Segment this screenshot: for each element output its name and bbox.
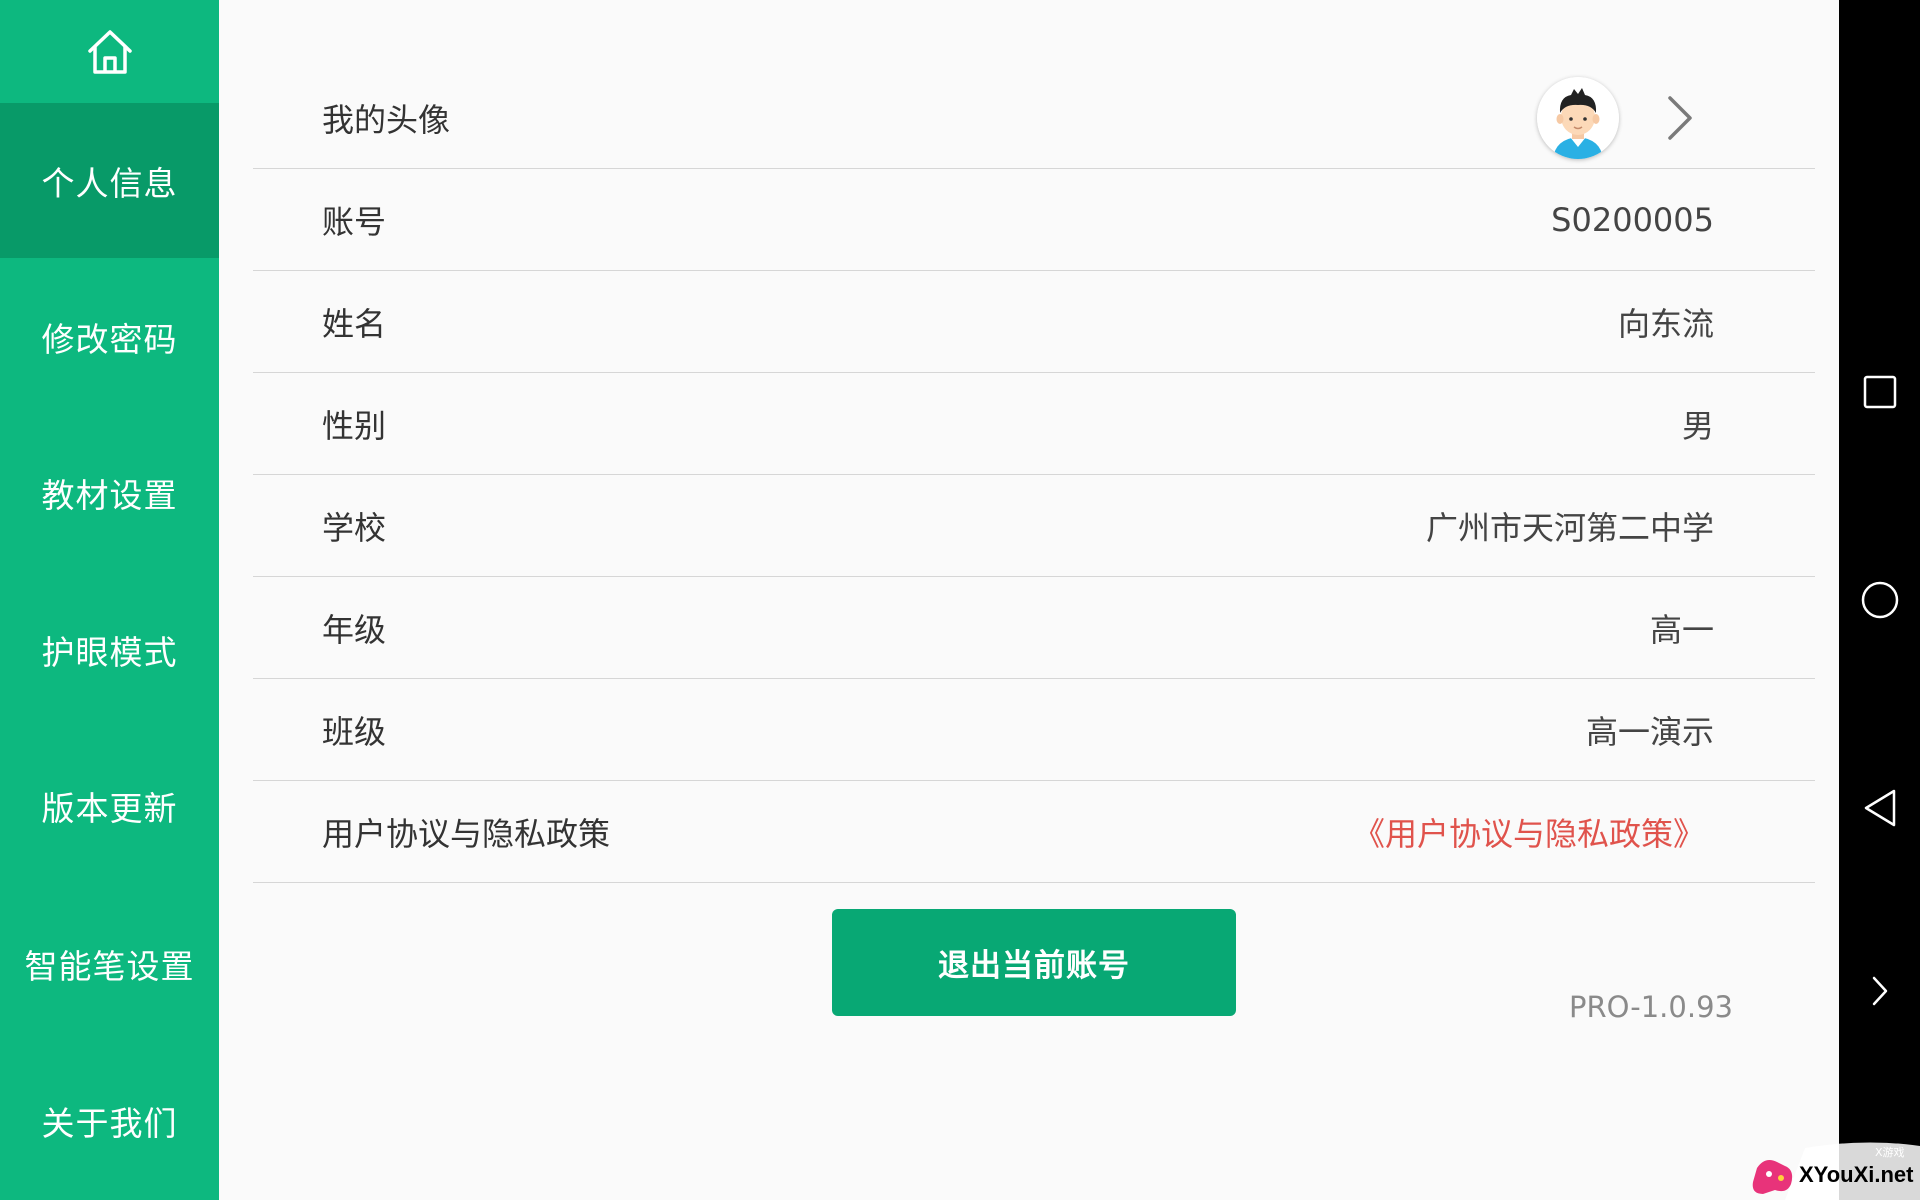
sidebar-item-label: 教材设置 xyxy=(41,475,178,515)
class-row: 班级 高一演示 xyxy=(253,680,1815,781)
row-label: 我的头像 xyxy=(322,101,451,139)
sidebar-item-smart-pen-settings[interactable]: 智能笔设置 xyxy=(0,886,219,1041)
agreement-link[interactable]: 《用户协议与隐私政策》 xyxy=(1353,809,1705,855)
sidebar-item-label: 版本更新 xyxy=(41,788,178,828)
system-nav-bar xyxy=(1839,0,1920,1200)
row-label: 用户协议与隐私政策 xyxy=(322,815,611,853)
sidebar-item-version-update[interactable]: 版本更新 xyxy=(0,728,219,883)
agreement-row: 用户协议与隐私政策 《用户协议与隐私政策》 xyxy=(253,782,1815,883)
row-label: 年级 xyxy=(322,611,387,649)
grade-row: 年级 高一 xyxy=(253,578,1815,679)
school-value: 广州市天河第二中学 xyxy=(1425,509,1714,547)
back-icon[interactable] xyxy=(1862,788,1898,828)
recent-apps-icon[interactable] xyxy=(1862,374,1898,410)
gender-value: 男 xyxy=(1681,407,1714,445)
logout-button[interactable]: 退出当前账号 xyxy=(832,909,1236,1016)
sidebar-item-label: 智能笔设置 xyxy=(24,946,195,986)
sidebar-item-label: 个人信息 xyxy=(41,163,178,203)
home-button[interactable] xyxy=(0,0,219,103)
grade-value: 高一 xyxy=(1649,611,1714,649)
row-label: 性别 xyxy=(322,407,387,445)
home-icon xyxy=(87,29,132,74)
class-value: 高一演示 xyxy=(1585,713,1714,751)
watermark-text: XYouXi.net xyxy=(1799,1162,1914,1187)
sidebar-item-about-us[interactable]: 关于我们 xyxy=(0,1043,219,1198)
gender-row: 性别 男 xyxy=(253,374,1815,475)
sidebar-item-label: 修改密码 xyxy=(41,319,178,359)
sidebar-item-change-password[interactable]: 修改密码 xyxy=(0,259,219,414)
watermark-logo: X游戏 XYouXi.net xyxy=(1745,1140,1920,1200)
row-label: 学校 xyxy=(322,509,387,547)
name-value: 向东流 xyxy=(1617,305,1714,343)
row-label: 姓名 xyxy=(322,305,387,343)
sidebar-item-label: 关于我们 xyxy=(41,1103,178,1143)
avatar-row[interactable]: 我的头像 xyxy=(253,68,1815,169)
row-label: 账号 xyxy=(322,203,387,241)
watermark-small-text: X游戏 xyxy=(1875,1146,1905,1159)
sidebar: 个人信息 修改密码 教材设置 护眼模式 版本更新 智能笔设置 关于我们 xyxy=(0,0,219,1200)
account-value: S0200005 xyxy=(1551,201,1714,239)
avatar-boy-icon xyxy=(1537,77,1619,159)
chevron-right-icon[interactable] xyxy=(1870,975,1890,1007)
sidebar-item-profile[interactable]: 个人信息 xyxy=(0,103,219,258)
account-row: 账号 S0200005 xyxy=(253,170,1815,271)
row-label: 班级 xyxy=(322,713,387,751)
sidebar-item-eye-care-mode[interactable]: 护眼模式 xyxy=(0,572,219,727)
avatar[interactable] xyxy=(1537,77,1619,159)
school-row: 学校 广州市天河第二中学 xyxy=(253,476,1815,577)
version-label: PRO-1.0.93 xyxy=(1569,990,1733,1024)
chevron-right-icon[interactable] xyxy=(1665,94,1695,142)
name-row: 姓名 向东流 xyxy=(253,272,1815,373)
sidebar-item-label: 护眼模式 xyxy=(41,632,178,672)
app-root: 个人信息 修改密码 教材设置 护眼模式 版本更新 智能笔设置 关于我们 我的头像 xyxy=(0,0,1920,1200)
home-circle-icon[interactable] xyxy=(1860,580,1900,620)
sidebar-item-textbook-settings[interactable]: 教材设置 xyxy=(0,415,219,570)
profile-panel: 我的头像 账号 S0200005 姓名 向东流 性别 男 学校 广州市天河第二中… xyxy=(219,0,1839,1200)
